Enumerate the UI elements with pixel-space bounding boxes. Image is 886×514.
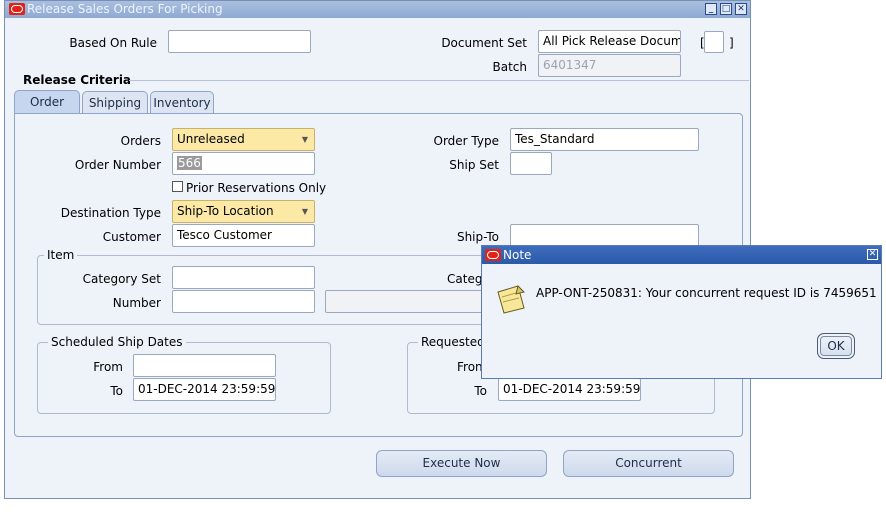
execute-now-button[interactable]: Execute Now <box>376 450 547 477</box>
order-number-field[interactable]: 566 <box>172 152 315 175</box>
item-group-title: Item <box>44 248 78 262</box>
ship-to-field[interactable] <box>510 224 699 247</box>
tab-order[interactable]: Order <box>14 90 80 115</box>
customer-label: Customer <box>102 230 161 244</box>
based-on-rule-label: Based On Rule <box>69 36 157 50</box>
note-message: APP-ONT-250831: Your concurrent request … <box>536 286 877 300</box>
destination-type-value: Ship-To Location <box>177 204 274 218</box>
order-type-label: Order Type <box>433 134 499 148</box>
oracle-logo-icon <box>485 249 501 261</box>
item-description-field <box>325 290 485 313</box>
oracle-logo-icon <box>9 3 25 15</box>
scheduled-to-field[interactable]: 01-DEC-2014 23:59:59 <box>133 378 276 401</box>
document-set-field[interactable]: All Pick Release Docum <box>538 30 681 53</box>
region-divider <box>129 80 749 81</box>
document-set-label: Document Set <box>441 36 527 50</box>
scheduled-to-label: To <box>110 384 123 398</box>
item-number-label: Number <box>112 296 161 310</box>
scheduled-from-field[interactable] <box>133 354 276 377</box>
dropdown-arrow-icon[interactable]: ▼ <box>298 131 312 148</box>
ship-set-label: Ship Set <box>449 158 499 172</box>
release-criteria-heading: Release Criteria <box>23 73 132 87</box>
order-type-field[interactable]: Tes_Standard <box>510 128 699 151</box>
note-title: Note <box>503 248 532 262</box>
tab-shipping[interactable]: Shipping <box>82 91 148 115</box>
prior-reservations-label: Prior Reservations Only <box>186 181 327 195</box>
note-title-bar[interactable]: Note ✕ <box>482 246 881 264</box>
orders-dropdown[interactable]: Unreleased ▼ <box>172 128 315 151</box>
order-number-value: 566 <box>177 156 202 170</box>
note-paper-icon <box>497 285 525 314</box>
destination-type-label: Destination Type <box>60 206 161 220</box>
scheduled-ship-dates-title: Scheduled Ship Dates <box>48 335 186 349</box>
note-close-icon[interactable]: ✕ <box>867 249 878 260</box>
item-number-field[interactable] <box>172 290 315 313</box>
category-set-label: Category Set <box>82 272 161 286</box>
scheduled-from-label: From <box>93 360 123 374</box>
requested-to-field[interactable]: 01-DEC-2014 23:59:59 <box>498 378 641 401</box>
ship-set-field[interactable] <box>510 152 552 175</box>
prior-reservations-checkbox[interactable] <box>172 181 183 192</box>
batch-label: Batch <box>492 60 528 74</box>
tab-inventory[interactable]: Inventory <box>150 91 214 115</box>
window-title: Release Sales Orders For Picking <box>27 2 223 16</box>
order-number-label: Order Number <box>74 158 161 172</box>
main-title-bar[interactable]: Release Sales Orders For Picking _ □ ✕ <box>5 1 750 18</box>
ok-button[interactable]: OK <box>817 333 855 359</box>
category-label: Categ <box>447 272 483 286</box>
orders-label: Orders <box>120 134 161 148</box>
orders-value: Unreleased <box>177 132 245 146</box>
dropdown-arrow-icon[interactable]: ▼ <box>298 203 312 220</box>
requested-from-label: Fron <box>457 360 483 374</box>
concurrent-button[interactable]: Concurrent <box>563 450 734 477</box>
based-on-rule-field[interactable] <box>168 30 311 53</box>
descriptive-flexfield[interactable] <box>704 31 724 53</box>
ship-to-label: Ship-To <box>456 230 499 244</box>
category-set-field[interactable] <box>172 266 315 289</box>
batch-field: 6401347 <box>538 54 681 77</box>
minimize-icon[interactable]: _ <box>705 3 717 15</box>
requested-dates-title: Requested <box>418 335 488 349</box>
destination-type-dropdown[interactable]: Ship-To Location ▼ <box>172 200 315 223</box>
customer-field[interactable]: Tesco Customer <box>172 224 315 247</box>
maximize-icon[interactable]: □ <box>720 3 732 15</box>
requested-to-label: To <box>474 384 487 398</box>
close-icon[interactable]: ✕ <box>735 3 747 15</box>
note-dialog: Note ✕ APP-ONT-250831: Your concurrent r… <box>481 245 882 379</box>
flexfield-bracket-close: ] <box>729 36 734 50</box>
